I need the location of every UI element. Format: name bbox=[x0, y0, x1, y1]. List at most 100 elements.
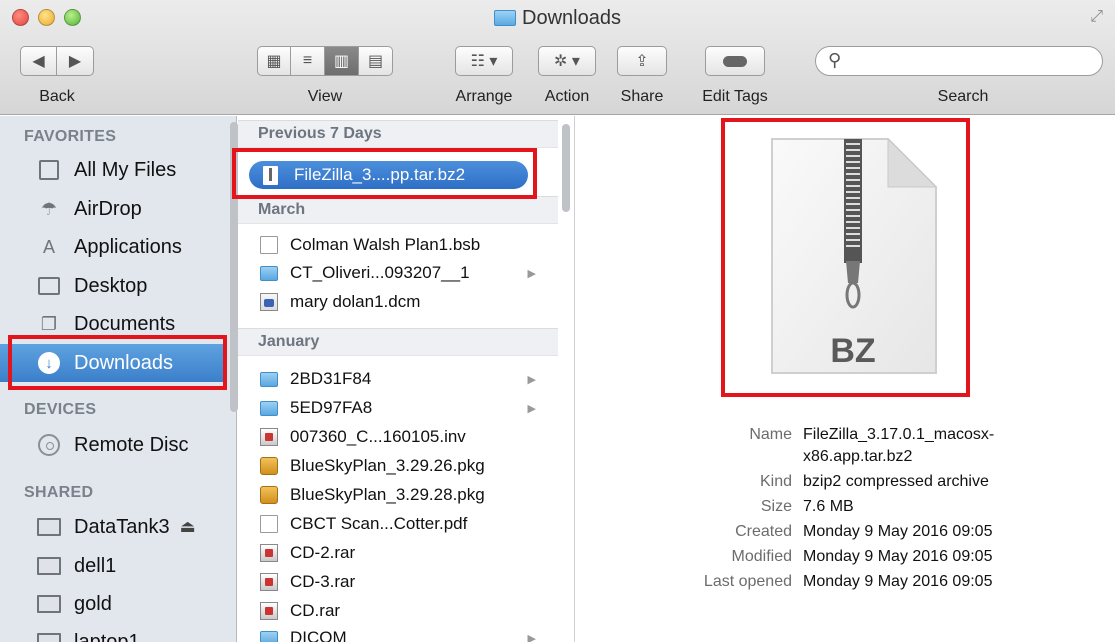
info-value: Monday 9 May 2016 09:05 bbox=[803, 548, 993, 565]
list-item[interactable]: BlueSkyPlan_3.29.26.pkg bbox=[238, 454, 558, 478]
back-button[interactable]: ◀ bbox=[20, 46, 57, 76]
search-input[interactable] bbox=[815, 46, 1103, 76]
folder-icon bbox=[494, 10, 517, 26]
disclosure-arrow-icon: ▶ bbox=[527, 267, 536, 280]
archive-file-icon bbox=[260, 544, 278, 562]
file-name: DICOM bbox=[290, 628, 347, 642]
sidebar: FAVORITES All My Files ☂ AirDrop A Appli… bbox=[0, 116, 238, 642]
network-computer-icon bbox=[36, 593, 62, 615]
tag-icon bbox=[723, 55, 747, 67]
list-item[interactable]: 007360_C...160105.inv bbox=[238, 425, 558, 449]
file-name: Colman Walsh Plan1.bsb bbox=[290, 235, 481, 254]
share-icon: ⇪ bbox=[635, 53, 649, 70]
icon-view-icon: ▦ bbox=[266, 53, 282, 70]
sidebar-item-desktop[interactable]: Desktop bbox=[0, 267, 226, 305]
list-item[interactable]: DICOM ▶ bbox=[238, 626, 558, 642]
sidebar-item-downloads[interactable]: ↓ Downloads bbox=[0, 344, 226, 382]
list-item[interactable]: CT_Oliveri...093207__1 ▶ bbox=[238, 261, 558, 285]
sidebar-item-label: dell1 bbox=[74, 554, 117, 577]
share-button[interactable]: ⇪ bbox=[617, 46, 667, 76]
disclosure-arrow-icon: ▶ bbox=[527, 373, 536, 386]
downloads-icon: ↓ bbox=[36, 352, 62, 374]
disclosure-arrow-icon: ▶ bbox=[527, 402, 536, 415]
fullscreen-icon[interactable]: ⤢ bbox=[1090, 8, 1103, 26]
folder-icon bbox=[260, 400, 278, 416]
group-header-january: January bbox=[238, 328, 558, 356]
sidebar-item-label: Desktop bbox=[74, 274, 148, 297]
edit-tags-button[interactable] bbox=[705, 46, 765, 76]
list-view-button[interactable]: ≡ bbox=[291, 46, 325, 76]
sidebar-item-documents[interactable]: ❐ Documents bbox=[0, 305, 226, 343]
sidebar-item-label: laptop1 bbox=[74, 630, 140, 642]
list-item[interactable]: 2BD31F84 ▶ bbox=[238, 367, 558, 391]
forward-button[interactable]: ▶ bbox=[57, 46, 94, 76]
action-control: ✲ ▾ bbox=[538, 46, 596, 76]
edit-tags-control bbox=[705, 46, 765, 76]
action-button[interactable]: ✲ ▾ bbox=[538, 46, 596, 76]
info-label: Created bbox=[735, 523, 792, 540]
coverflow-view-icon: ▤ bbox=[367, 53, 384, 70]
file-name: CD-3.rar bbox=[290, 572, 356, 591]
arrange-icon: ☷ ▾ bbox=[470, 53, 498, 70]
sidebar-item-remote-disc[interactable]: Remote Disc bbox=[0, 426, 226, 464]
file-list-scrollbar[interactable] bbox=[562, 124, 570, 212]
list-item[interactable]: CD-2.rar bbox=[238, 541, 558, 565]
sidebar-item-airdrop[interactable]: ☂ AirDrop bbox=[0, 190, 226, 228]
documents-icon: ❐ bbox=[40, 313, 58, 334]
column-view-button[interactable]: ▥ bbox=[325, 46, 359, 76]
arrange-button[interactable]: ☷ ▾ bbox=[455, 46, 513, 76]
sidebar-item-label: gold bbox=[74, 592, 112, 615]
favorites-header: FAVORITES bbox=[24, 128, 117, 145]
list-item[interactable]: 5ED97FA8 ▶ bbox=[238, 396, 558, 420]
back-label: Back bbox=[39, 88, 75, 105]
list-item[interactable]: CBCT Scan...Cotter.pdf bbox=[238, 512, 558, 536]
eject-icon[interactable]: ⏏ bbox=[180, 517, 196, 537]
sidebar-item-label: Remote Disc bbox=[74, 433, 189, 456]
view-control: ▦ ≡ ▥ ▤ bbox=[257, 46, 393, 76]
chevron-right-icon: ▶ bbox=[68, 53, 82, 70]
icon-view-button[interactable]: ▦ bbox=[257, 46, 291, 76]
devices-header: DEVICES bbox=[24, 401, 97, 418]
file-list-column: Previous 7 Days FileZilla_3....pp.tar.bz… bbox=[238, 116, 575, 642]
file-name: BlueSkyPlan_3.29.26.pkg bbox=[290, 456, 485, 475]
coverflow-view-button[interactable]: ▤ bbox=[359, 46, 393, 76]
sidebar-item-label: Applications bbox=[74, 235, 182, 258]
network-computer-icon bbox=[36, 631, 62, 642]
list-item[interactable]: mary dolan1.dcm bbox=[238, 290, 558, 314]
desktop-icon bbox=[36, 275, 62, 297]
package-icon bbox=[260, 457, 278, 475]
list-item[interactable]: Colman Walsh Plan1.bsb bbox=[238, 233, 558, 257]
file-name: CD-2.rar bbox=[290, 543, 356, 562]
selected-file-row[interactable]: FileZilla_3....pp.tar.bz2 bbox=[249, 161, 528, 189]
package-icon bbox=[260, 486, 278, 504]
window-title: Downloads bbox=[0, 7, 1115, 30]
info-label: Size bbox=[760, 498, 792, 515]
sidebar-item-all-my-files[interactable]: All My Files bbox=[0, 151, 226, 189]
info-value: FileZilla_3.17.0.1_macosx- bbox=[803, 426, 995, 443]
file-icon bbox=[260, 428, 278, 446]
sidebar-scrollbar[interactable] bbox=[230, 122, 238, 412]
selected-file-name: FileZilla_3....pp.tar.bz2 bbox=[294, 165, 466, 184]
search-label: Search bbox=[937, 88, 989, 105]
info-value: Monday 9 May 2016 09:05 bbox=[803, 573, 993, 590]
sidebar-item-gold[interactable]: gold bbox=[0, 585, 226, 623]
file-name: CT_Oliveri...093207__1 bbox=[290, 263, 470, 282]
folder-icon bbox=[260, 265, 278, 281]
sidebar-item-applications[interactable]: A Applications bbox=[0, 228, 226, 266]
list-item[interactable]: CD-3.rar bbox=[238, 570, 558, 594]
info-value: x86.app.tar.bz2 bbox=[803, 448, 913, 465]
share-label: Share bbox=[620, 88, 664, 105]
info-label: Name bbox=[749, 426, 792, 443]
info-label: Kind bbox=[759, 473, 792, 490]
sidebar-item-datatank3[interactable]: DataTank3 ⏏ bbox=[0, 508, 226, 546]
list-item[interactable]: BlueSkyPlan_3.29.28.pkg bbox=[238, 483, 558, 507]
sidebar-item-dell1[interactable]: dell1 bbox=[0, 547, 226, 585]
sidebar-item-label: DataTank3 bbox=[74, 515, 170, 538]
list-item[interactable]: CD.rar bbox=[238, 599, 558, 623]
group-header-march: March bbox=[238, 196, 558, 224]
sidebar-item-laptop1[interactable]: laptop1 bbox=[0, 623, 226, 642]
sidebar-item-label: AirDrop bbox=[74, 197, 142, 220]
info-value: Monday 9 May 2016 09:05 bbox=[803, 523, 993, 540]
window-title-text: Downloads bbox=[522, 7, 621, 29]
action-label: Action bbox=[544, 88, 590, 105]
